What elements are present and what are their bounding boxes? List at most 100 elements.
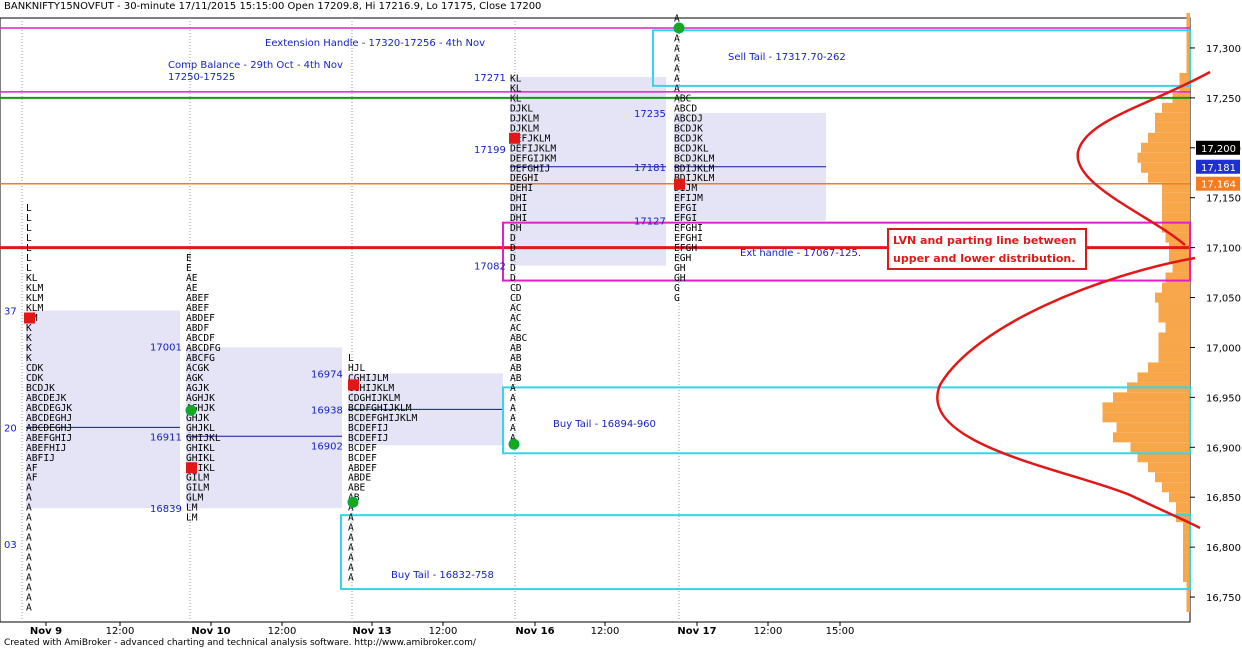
annotation-lvn-line2: upper and lower distribution. bbox=[893, 252, 1075, 265]
y-axis-marker-label: 17,164 bbox=[1201, 180, 1236, 191]
x-tick-label: 12:00 bbox=[591, 626, 620, 637]
composite-profile-bar bbox=[1186, 592, 1190, 603]
composite-profile-bar bbox=[1162, 212, 1190, 223]
composite-profile-bar bbox=[1148, 462, 1190, 473]
close-marker bbox=[674, 178, 685, 190]
level-label: 17001 bbox=[150, 342, 182, 353]
annotation-comp-balance: Comp Balance - 29th Oct - 4th Nov bbox=[168, 60, 343, 71]
left-edge-label: 37 bbox=[4, 307, 17, 318]
composite-profile-bar bbox=[1158, 312, 1190, 323]
composite-profile-bar bbox=[1172, 262, 1190, 273]
x-tick-label: Nov 16 bbox=[515, 626, 554, 637]
x-tick-label: 15:00 bbox=[826, 626, 855, 637]
x-tick-label: Nov 9 bbox=[30, 626, 62, 637]
composite-profile-bar bbox=[1158, 352, 1190, 363]
composite-profile-bar bbox=[1113, 392, 1190, 403]
composite-profile-bar bbox=[1148, 132, 1190, 143]
level-label: 17127 bbox=[634, 217, 666, 228]
composite-profile-bar bbox=[1155, 122, 1190, 133]
level-label: 16974 bbox=[311, 369, 343, 380]
y-axis-marker-label: 17,200 bbox=[1201, 144, 1236, 155]
chart-root: BANKNIFTY15NOVFUT - 30-minute 17/11/2015… bbox=[0, 0, 1242, 651]
y-tick-label: 16,950 bbox=[1206, 393, 1241, 404]
level-label: 17181 bbox=[634, 163, 666, 174]
composite-profile-bar bbox=[1183, 552, 1190, 563]
y-tick-label: 17,000 bbox=[1206, 343, 1241, 354]
composite-profile-bar bbox=[1179, 72, 1190, 83]
composite-profile-bar bbox=[1155, 292, 1190, 303]
y-tick-label: 16,850 bbox=[1206, 493, 1241, 504]
tpo-letters: A bbox=[26, 603, 32, 614]
annotation-lvn-line1: LVN and parting line between bbox=[893, 234, 1076, 247]
composite-profile-bar bbox=[1162, 482, 1190, 493]
composite-profile-bar bbox=[1162, 192, 1190, 203]
close-marker bbox=[186, 462, 197, 474]
composite-profile-bar bbox=[1186, 13, 1190, 23]
tpo-letters: G bbox=[674, 293, 680, 304]
level-label: 16911 bbox=[150, 432, 182, 443]
composite-profile-bar bbox=[1169, 492, 1190, 503]
x-tick-label: 12:00 bbox=[268, 626, 297, 637]
y-tick-label: 16,800 bbox=[1206, 543, 1241, 554]
composite-profile-bar bbox=[1148, 362, 1190, 373]
annotation-buy-tail-1: Buy Tail - 16894-960 bbox=[553, 419, 656, 430]
composite-profile-bar bbox=[1141, 162, 1190, 173]
x-tick-label: 12:00 bbox=[754, 626, 783, 637]
open-marker bbox=[347, 496, 359, 508]
composite-profile-bar bbox=[1183, 572, 1190, 583]
y-tick-label: 17,050 bbox=[1206, 294, 1241, 305]
composite-profile-bar bbox=[1183, 532, 1190, 543]
y-axis-marker-label: 17,181 bbox=[1201, 163, 1236, 174]
level-label: 16938 bbox=[311, 405, 343, 416]
y-tick-label: 17,300 bbox=[1206, 44, 1241, 55]
composite-profile-bar bbox=[1165, 322, 1190, 333]
y-tick-label: 17,250 bbox=[1206, 94, 1241, 105]
composite-profile-bar bbox=[1148, 172, 1190, 183]
composite-profile-bar bbox=[1155, 112, 1190, 123]
left-edge-label: 20 bbox=[4, 423, 17, 434]
x-tick-label: 12:00 bbox=[106, 626, 135, 637]
level-label: 17235 bbox=[634, 109, 666, 120]
close-marker bbox=[509, 132, 520, 144]
y-tick-label: 16,750 bbox=[1206, 593, 1241, 604]
left-edge-label: 03 bbox=[4, 540, 17, 551]
annotation-ext-handle: Ext handle - 17067-125. bbox=[740, 248, 861, 259]
market-profile-chart: LLLLLLLKLKLMKLMKLMKMKKKKCDKCDKBCDJKABCDE… bbox=[0, 13, 1241, 637]
composite-profile-bar bbox=[1183, 562, 1190, 573]
tpo-letters: A bbox=[348, 573, 354, 584]
level-label: 17199 bbox=[474, 145, 506, 156]
annotation-sell-tail: Sell Tail - 17317.70-262 bbox=[728, 52, 846, 63]
composite-profile-bar bbox=[1158, 332, 1190, 343]
footer-credit: Created with AmiBroker - advanced charti… bbox=[4, 638, 476, 648]
composite-profile-bar bbox=[1137, 152, 1190, 163]
x-tick-label: Nov 17 bbox=[677, 626, 716, 637]
composite-profile-bar bbox=[1102, 412, 1190, 423]
composite-profile-bar bbox=[1162, 282, 1190, 293]
y-tick-label: 17,100 bbox=[1206, 244, 1241, 255]
composite-profile-bar bbox=[1162, 202, 1190, 213]
composite-profile-bar bbox=[1186, 602, 1190, 613]
composite-profile-bar bbox=[1102, 402, 1190, 413]
composite-profile-bar bbox=[1130, 442, 1190, 453]
composite-profile-bar bbox=[1158, 302, 1190, 313]
composite-profile-bar bbox=[1158, 342, 1190, 353]
close-marker bbox=[348, 379, 359, 391]
composite-profile-bar bbox=[1183, 542, 1190, 553]
composite-profile-bar bbox=[1162, 102, 1190, 113]
composite-profile-bar bbox=[1155, 472, 1190, 483]
y-tick-label: 17,150 bbox=[1206, 194, 1241, 205]
level-label: 17271 bbox=[474, 73, 506, 84]
level-label: 17082 bbox=[474, 262, 506, 273]
close-marker bbox=[24, 312, 35, 324]
composite-profile-bar bbox=[1141, 142, 1190, 153]
annotation-comp-range: 17250-17525 bbox=[168, 72, 235, 83]
open-marker bbox=[673, 22, 685, 34]
open-marker bbox=[185, 404, 197, 416]
tpo-letters: LM bbox=[186, 513, 198, 524]
y-tick-label: 16,900 bbox=[1206, 443, 1241, 454]
composite-profile-bar bbox=[1116, 422, 1190, 433]
level-label: 16839 bbox=[150, 504, 182, 515]
open-marker bbox=[508, 438, 520, 450]
annotation-buy-tail-2: Buy Tail - 16832-758 bbox=[391, 570, 494, 581]
composite-profile-bar bbox=[1137, 372, 1190, 383]
